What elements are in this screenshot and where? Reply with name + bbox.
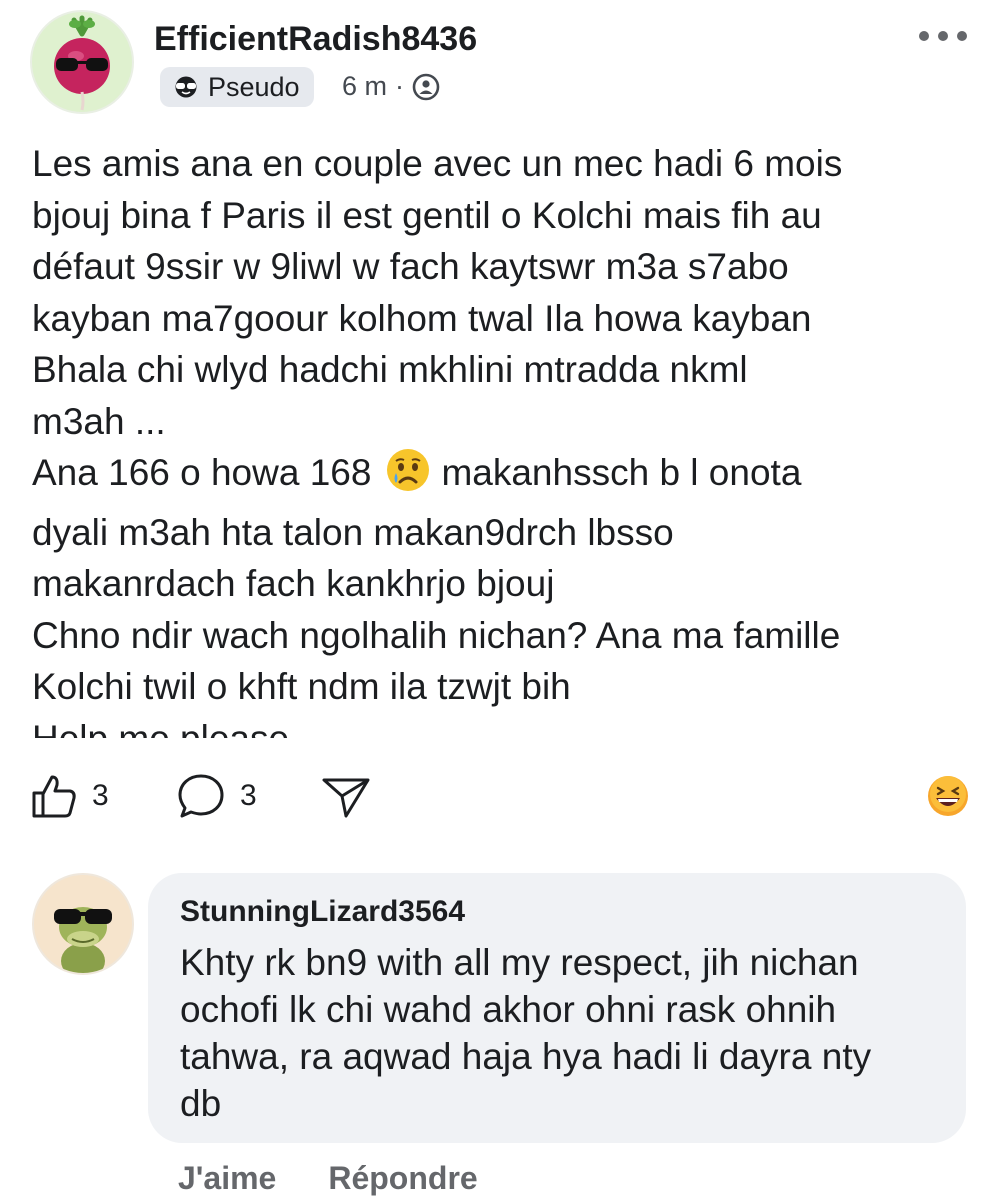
post-line: kayban ma7goour kolhom twal Ila howa kay… — [32, 297, 812, 339]
post-line-part: makanhssch b l onota — [441, 452, 802, 493]
comment-text: Khty rk bn9 with all my respect, jih nic… — [180, 939, 950, 1127]
post-line: Kolchi twil o khft ndm ila tzwjt bih — [32, 666, 571, 707]
meta-separator: · — [395, 71, 405, 101]
comment-actions: J'aime Répondre — [178, 1160, 478, 1197]
post-line: makanrdach fach kankhrjo bjouj — [32, 563, 555, 604]
post-header: EfficientRadish8436 Pseudo 6 m · — [30, 10, 970, 115]
post-line: m3ah ... — [32, 400, 166, 442]
like-count: 3 — [92, 779, 109, 812]
like-button[interactable]: 3 — [30, 772, 109, 820]
post-meta: 6 m · — [342, 71, 440, 102]
post-body: Les amis ana en couple avec un mec hadi … — [32, 138, 962, 738]
share-button[interactable] — [320, 772, 372, 820]
comment-author-name[interactable]: StunningLizard3564 — [180, 895, 465, 929]
comment-line: ochofi lk chi wahd akhor ohni rask ohnih — [180, 989, 837, 1030]
more-icon — [919, 31, 967, 41]
audience-icon[interactable] — [412, 73, 440, 101]
post-action-bar: 3 3 — [30, 768, 970, 828]
laughing-reaction-emoji-icon[interactable] — [926, 774, 970, 823]
comment-reply-button[interactable]: Répondre — [328, 1160, 477, 1197]
comment-line: Khty rk bn9 with all my respect, jih nic… — [180, 942, 859, 983]
post-line-part: Ana 166 o howa 168 — [32, 452, 372, 493]
radish-sunglasses-icon — [54, 15, 110, 111]
post-line: Les amis ana en couple avec un mec hadi … — [32, 143, 843, 184]
author-avatar[interactable] — [30, 10, 134, 114]
post-line: Bhala chi wlyd hadchi mkhlini mtradda nk… — [32, 349, 748, 390]
post-line: bjouj bina f Paris il est gentil o Kolch… — [32, 194, 822, 236]
pseudo-badge[interactable]: Pseudo — [160, 67, 314, 107]
post-line: Chno ndir wach ngolhalih nichan? Ana ma … — [32, 614, 841, 656]
lizard-sunglasses-icon — [54, 907, 112, 973]
sad-tear-emoji-icon — [385, 447, 431, 507]
comment-line: tahwa, ra aqwad haja hya hadi li dayra n… — [180, 1036, 872, 1077]
post-line-with-emoji: Ana 166 o howa 168 makanhssch b l onota — [32, 447, 962, 507]
comment-count: 3 — [240, 779, 257, 812]
more-options-button[interactable] — [916, 24, 970, 48]
comment-like-button[interactable]: J'aime — [178, 1160, 276, 1197]
post-timestamp[interactable]: 6 m — [342, 71, 387, 102]
comment-bubble-icon — [178, 774, 224, 818]
comment-button[interactable]: 3 — [176, 772, 257, 820]
post-line: défaut 9ssir w 9liwl w fach kaytswr m3a … — [32, 246, 789, 287]
commenter-avatar[interactable] — [32, 873, 134, 975]
comment-line: db — [180, 1083, 222, 1124]
post-line: Help me please — [32, 717, 290, 739]
post-line: dyali m3ah hta talon makan9drch lbsso — [32, 511, 674, 553]
comment-bubble: StunningLizard3564 Khty rk bn9 with all … — [148, 873, 966, 1143]
post-author-name[interactable]: EfficientRadish8436 — [154, 20, 477, 59]
sunglasses-icon — [175, 76, 197, 98]
thumbs-up-icon — [32, 775, 76, 818]
pseudo-badge-label: Pseudo — [208, 71, 300, 102]
share-icon — [322, 778, 370, 818]
